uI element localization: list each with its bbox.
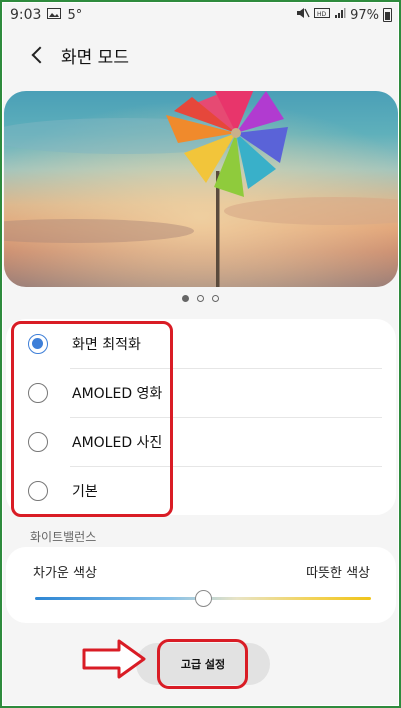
battery-percent: 97% <box>350 7 379 23</box>
status-time: 9:03 <box>10 7 42 23</box>
mode-option-amoled-cinema[interactable]: AMOLED 영화 <box>6 368 396 417</box>
preview-image[interactable] <box>4 91 398 287</box>
back-button[interactable] <box>17 35 57 75</box>
chevron-left-icon <box>31 46 49 64</box>
mute-icon <box>296 7 310 23</box>
signal-icon <box>334 7 346 23</box>
mode-option-amoled-photo[interactable]: AMOLED 사진 <box>6 417 396 466</box>
pager-dot[interactable] <box>182 295 189 302</box>
display-mode-screen: 9:03 5° HD 97% 화면 모드 화면 최적화 AMOLED 영화 AM… <box>3 3 398 705</box>
mode-option-label: 기본 <box>72 483 98 500</box>
page-title: 화면 모드 <box>61 47 129 68</box>
preview-pager <box>3 295 398 302</box>
status-temperature: 5° <box>67 7 83 23</box>
arrow-right-icon <box>82 639 146 679</box>
app-header: 화면 모드 <box>3 31 398 79</box>
pager-dot[interactable] <box>212 295 219 302</box>
white-balance-title: 화이트밸런스 <box>30 530 97 544</box>
white-balance-card: 차가운 색상 따뜻한 색상 <box>6 547 396 623</box>
white-balance-cool-label: 차가운 색상 <box>33 566 97 581</box>
pager-dot[interactable] <box>197 295 204 302</box>
svg-text:HD: HD <box>317 11 327 18</box>
mode-option-label: AMOLED 영화 <box>72 385 163 402</box>
image-icon <box>47 8 62 22</box>
status-right-icons: HD 97% <box>296 7 392 23</box>
radio-button[interactable] <box>28 480 48 501</box>
radio-button-selected[interactable] <box>28 333 48 354</box>
pinwheel-image <box>4 91 398 287</box>
radio-button[interactable] <box>28 382 48 403</box>
white-balance-warm-label: 따뜻한 색상 <box>306 566 370 581</box>
white-balance-slider-thumb[interactable] <box>194 590 212 607</box>
radio-button[interactable] <box>28 431 48 452</box>
mode-option-adaptive[interactable]: 화면 최적화 <box>6 319 396 368</box>
battery-icon <box>383 8 392 22</box>
mode-option-label: AMOLED 사진 <box>72 434 163 451</box>
display-mode-options: 화면 최적화 AMOLED 영화 AMOLED 사진 기본 <box>6 319 396 515</box>
mode-option-basic[interactable]: 기본 <box>6 466 396 515</box>
mode-option-label: 화면 최적화 <box>72 336 141 353</box>
status-bar: 9:03 5° HD 97% <box>3 3 398 27</box>
advanced-settings-button[interactable]: 고급 설정 <box>136 643 270 685</box>
wifi-hd-icon: HD <box>314 7 331 23</box>
